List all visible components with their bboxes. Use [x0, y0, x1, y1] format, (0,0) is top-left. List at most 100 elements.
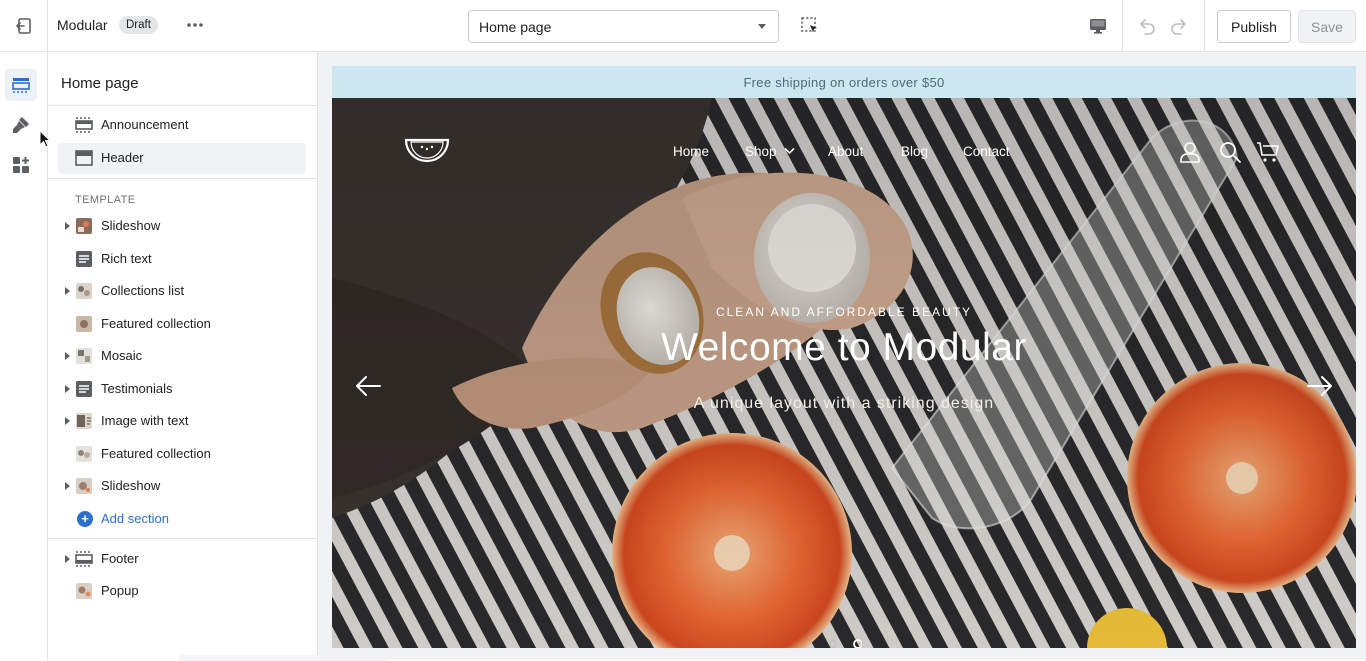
paintbrush-icon	[13, 117, 29, 133]
apps-tab-button[interactable]	[5, 149, 37, 181]
section-band-icon	[75, 551, 93, 567]
hero-eyebrow: CLEAN AND AFFORDABLE BEAUTY	[715, 305, 973, 319]
section-item-collections-list[interactable]: Collections list	[58, 276, 306, 307]
account-icon[interactable]	[1178, 140, 1202, 164]
apps-icon	[13, 157, 29, 173]
text-block-icon	[76, 381, 92, 397]
section-item-slideshow[interactable]: Slideshow	[58, 211, 306, 242]
more-actions-button[interactable]	[184, 15, 206, 35]
section-label: Image with text	[101, 413, 189, 428]
redo-button[interactable]	[1167, 14, 1191, 38]
select-element-icon	[801, 17, 817, 32]
cart-icon[interactable]	[1256, 140, 1280, 164]
slide-indicator	[829, 639, 862, 648]
theme-settings-tab-button[interactable]	[5, 109, 37, 141]
publish-button[interactable]: Publish	[1217, 10, 1291, 43]
panel-divider	[48, 178, 317, 179]
ellipsis-icon	[187, 23, 203, 27]
section-band-icon	[75, 117, 93, 133]
hero-title: Welcome to Modular	[661, 326, 1027, 369]
undo-button[interactable]	[1135, 14, 1159, 38]
inspector-button[interactable]	[798, 14, 822, 38]
sections-icon	[12, 78, 30, 93]
panel-divider	[48, 538, 317, 539]
redo-icon	[1171, 19, 1186, 35]
theme-name: Modular	[57, 17, 108, 33]
chevron-down-icon	[784, 147, 795, 155]
section-label: Testimonials	[101, 381, 173, 396]
expand-arrow-icon[interactable]	[65, 482, 70, 490]
section-item-slideshow[interactable]: Slideshow	[58, 471, 306, 502]
arrow-right-icon[interactable]	[1306, 375, 1334, 397]
toolbar-divider	[1122, 0, 1123, 51]
slide-dot[interactable]	[853, 639, 862, 648]
desktop-view-button[interactable]	[1086, 14, 1110, 38]
store-nav-shop[interactable]: Shop	[745, 144, 777, 159]
section-item-featured-collection[interactable]: Featured collection	[58, 309, 306, 340]
expand-arrow-icon[interactable]	[65, 555, 70, 563]
plus-circle-icon: +	[77, 511, 93, 527]
section-item-header[interactable]: Header	[58, 143, 306, 174]
page-selector-value: Home page	[479, 18, 552, 35]
sections-panel: Home page Announcement Header TEMPLATE S…	[48, 52, 388, 661]
store-nav-home[interactable]: Home	[673, 144, 709, 159]
page-selector[interactable]: Home page	[468, 10, 779, 43]
search-icon[interactable]	[1218, 140, 1242, 164]
status-badge: Draft	[119, 16, 158, 34]
section-label: Popup	[101, 583, 139, 598]
toolbar-divider	[1204, 0, 1205, 51]
hero-slideshow[interactable]: Home Shop About Blog Contact CLEAN AND A…	[332, 98, 1356, 648]
section-item-announcement[interactable]: Announcement	[58, 110, 306, 141]
section-label: Footer	[101, 551, 139, 566]
section-label: Collections list	[101, 283, 185, 298]
store-nav-about[interactable]: About	[828, 144, 863, 159]
sections-tab-button[interactable]	[5, 69, 37, 101]
template-group-label: TEMPLATE	[75, 194, 136, 206]
image-thumb-icon	[76, 413, 92, 429]
store-nav-blog[interactable]: Blog	[901, 144, 928, 159]
section-item-image-with-text[interactable]: Image with text	[58, 406, 306, 437]
image-thumb-icon	[76, 583, 92, 599]
expand-arrow-icon[interactable]	[65, 222, 70, 230]
expand-arrow-icon[interactable]	[65, 352, 70, 360]
section-label: Featured collection	[101, 446, 211, 461]
section-item-footer[interactable]: Footer	[58, 544, 306, 575]
store-nav-contact[interactable]: Contact	[963, 144, 1010, 159]
chevron-down-icon	[758, 24, 766, 29]
desktop-icon	[1090, 19, 1106, 34]
storefront-preview[interactable]: Free shipping on orders over $50 Home Sh…	[332, 66, 1356, 648]
hero-background-image	[332, 98, 1356, 648]
expand-arrow-icon[interactable]	[65, 385, 70, 393]
section-label: Slideshow	[101, 218, 161, 233]
add-section-label: Add section	[101, 511, 169, 526]
section-item-rich-text[interactable]: Rich text	[58, 244, 306, 275]
save-button[interactable]: Save	[1298, 10, 1356, 43]
expand-arrow-icon[interactable]	[65, 287, 70, 295]
header-icon	[75, 150, 93, 166]
add-section-button[interactable]: + Add section	[58, 503, 306, 534]
exit-editor-button[interactable]	[0, 0, 48, 51]
expand-arrow-icon[interactable]	[65, 417, 70, 425]
slide-dot[interactable]	[829, 640, 837, 648]
undo-icon	[1140, 19, 1155, 35]
section-item-featured-collection[interactable]: Featured collection	[58, 439, 306, 470]
mouse-cursor-icon	[39, 130, 51, 148]
section-item-popup[interactable]: Popup	[58, 576, 306, 607]
section-item-testimonials[interactable]: Testimonials	[58, 374, 306, 405]
section-item-mosaic[interactable]: Mosaic	[58, 341, 306, 372]
store-logo[interactable]	[404, 136, 450, 166]
panel-title: Home page	[61, 75, 139, 92]
exit-icon	[15, 17, 31, 34]
section-label: Header	[101, 150, 144, 165]
section-label: Announcement	[101, 117, 189, 132]
image-thumb-icon	[76, 478, 92, 494]
image-thumb-icon	[76, 348, 92, 364]
section-label: Rich text	[101, 251, 152, 266]
image-thumb-icon	[76, 218, 92, 234]
panel-divider	[48, 105, 317, 106]
arrow-left-icon[interactable]	[354, 375, 382, 397]
section-label: Mosaic	[101, 348, 143, 363]
announcement-bar: Free shipping on orders over $50	[332, 66, 1356, 98]
image-thumb-icon	[76, 446, 92, 462]
text-block-icon	[76, 251, 92, 267]
